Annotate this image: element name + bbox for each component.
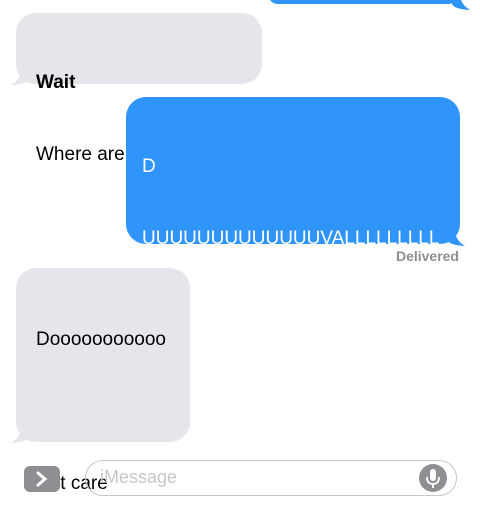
message-input[interactable]: iMessage (85, 460, 457, 496)
app-drawer-button[interactable] (24, 466, 60, 492)
previous-message-bubble[interactable] (268, 0, 458, 4)
bubble-tail (452, 0, 470, 10)
bubble-tail (11, 69, 29, 85)
message-sender: Wait (36, 72, 76, 93)
chevron-right-icon (36, 471, 48, 487)
delivery-status: Delivered (395, 248, 459, 264)
incoming-message-bubble[interactable]: Wait Where are you from ? (16, 13, 262, 165)
bubble-tail (447, 230, 465, 246)
input-placeholder: iMessage (100, 467, 178, 487)
microphone-icon[interactable] (419, 464, 447, 492)
outgoing-message-bubble[interactable]: D UUUUUUUUUUUUUVALLLLLLLLLLLL (126, 97, 460, 273)
incoming-message-bubble[interactable]: Dooooooooooo Not care (16, 268, 190, 494)
bubble-tail (11, 427, 29, 443)
microphone-glyph (426, 469, 440, 488)
